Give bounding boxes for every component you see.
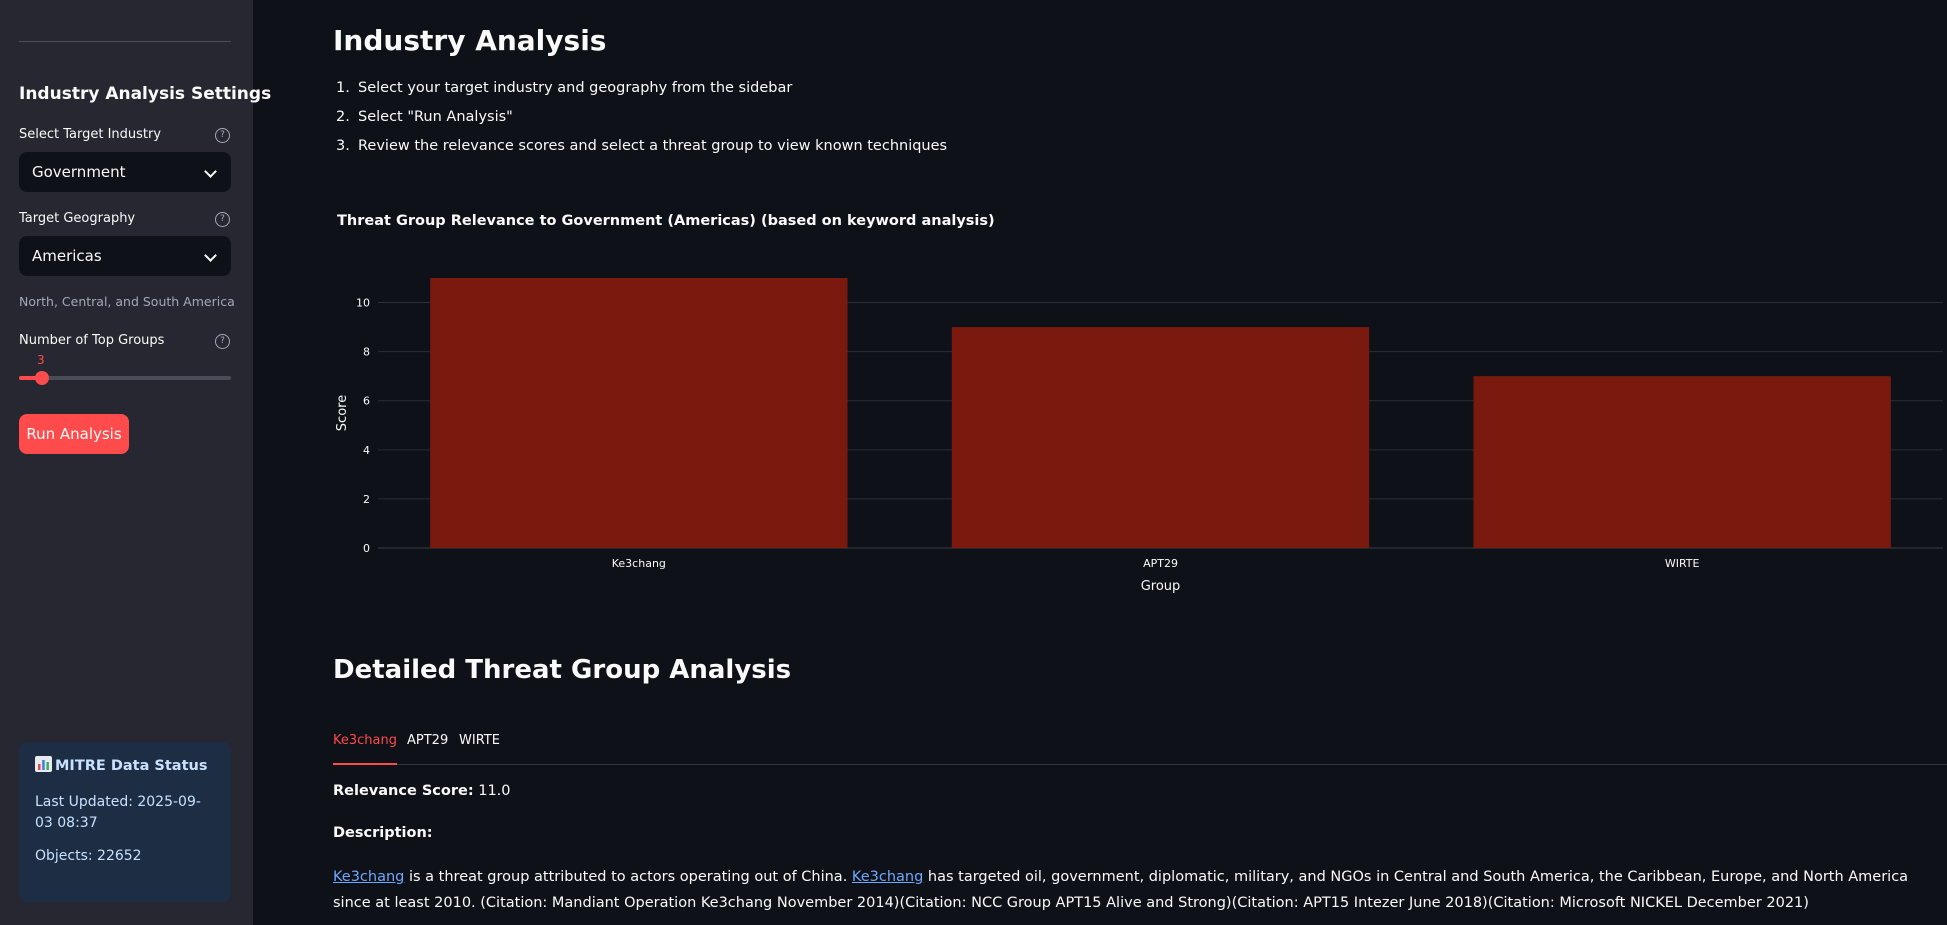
run-analysis-button[interactable]: Run Analysis [19,414,129,454]
help-icon[interactable]: ? [215,212,230,227]
description-label: Description: [333,825,433,841]
main-content: Industry Analysis 1. Select your target i… [253,0,1947,925]
geography-label: Target Geography [19,211,136,226]
y-axis-label: Score [335,395,350,431]
y-tick-label: 8 [363,346,370,359]
sidebar-title: Industry Analysis Settings [19,84,272,104]
description-heading: Description: [333,825,433,841]
bar[interactable] [951,327,1370,548]
relevance-value: 11.0 [478,783,511,799]
slider-value: 3 [37,353,45,367]
list-item-text: Select your target industry and geograph… [358,80,793,96]
section-title: Detailed Threat Group Analysis [333,655,792,685]
top-groups-slider-handle[interactable] [35,371,49,385]
group-tabs: Ke3chang APT29 WIRTE [333,730,1947,765]
industry-select-value: Government [32,163,126,181]
list-item-text: Review the relevance scores and select a… [358,138,948,154]
description-part: is a threat group attributed to actors o… [404,869,852,885]
list-item-number: 3. [336,138,350,154]
sidebar-divider [19,41,231,42]
data-status-box: MITRE Data Status Last Updated: 2025-09-… [19,742,231,902]
group-link[interactable]: Ke3chang [333,869,404,885]
chevron-down-icon [204,165,217,178]
relevance-label: Relevance Score: [333,783,474,799]
tab-wirte[interactable]: WIRTE [459,730,500,763]
help-icon[interactable]: ? [215,128,230,143]
page-title: Industry Analysis [333,24,607,57]
tab-ke3chang[interactable]: Ke3chang [333,730,397,765]
x-tick-label: Ke3chang [612,557,666,570]
bar[interactable] [430,278,848,548]
list-item: 3. Review the relevance scores and select… [333,138,947,167]
x-tick-label: WIRTE [1665,557,1700,570]
industry-label: Select Target Industry [19,127,162,142]
instruction-list: 1. Select your target industry and geogra… [333,80,947,167]
y-tick-label: 6 [363,395,370,408]
y-tick-label: 2 [363,493,370,506]
y-tick-label: 10 [356,297,370,310]
x-axis-label: Group [1141,579,1181,594]
status-title: MITRE Data Status [55,758,208,774]
chart-title: Threat Group Relevance to Government (Am… [337,213,995,229]
help-icon[interactable]: ? [215,334,230,349]
list-item: 1. Select your target industry and geogra… [333,80,947,109]
objects-count-text: Objects: 22652 [35,848,142,864]
top-groups-label: Number of Top Groups [19,333,165,348]
geography-select-value: Americas [32,247,102,265]
industry-select[interactable]: Government [19,152,231,192]
description-text: Ke3chang is a threat group attributed to… [333,864,1923,916]
geography-caption: North, Central, and South America [19,294,235,309]
chevron-down-icon [204,249,217,262]
bar[interactable] [1473,376,1891,548]
list-item: 2. Select "Run Analysis" [333,109,947,138]
y-tick-label: 4 [363,444,370,457]
last-updated-text: Last Updated: 2025-09-03 08:37 [35,794,201,831]
x-tick-label: APT29 [1143,557,1178,570]
geography-select[interactable]: Americas [19,236,231,276]
y-tick-label: 0 [363,542,370,555]
list-item-number: 1. [336,80,350,96]
bar-chart[interactable]: 0 2 4 6 8 10 Ke3chang APT29 WIRTE Group Score [333,270,1943,610]
sidebar: Industry Analysis Settings Select Target… [0,0,271,925]
group-link[interactable]: Ke3chang [852,869,923,885]
list-item-text: Select "Run Analysis" [358,109,513,125]
status-title-row: MITRE Data Status [35,756,215,774]
bar-chart-icon [35,756,52,772]
list-item-number: 2. [336,109,350,125]
top-groups-slider-track[interactable] [19,376,231,380]
relevance-score: Relevance Score: 11.0 [333,783,511,799]
tab-apt29[interactable]: APT29 [407,730,448,763]
